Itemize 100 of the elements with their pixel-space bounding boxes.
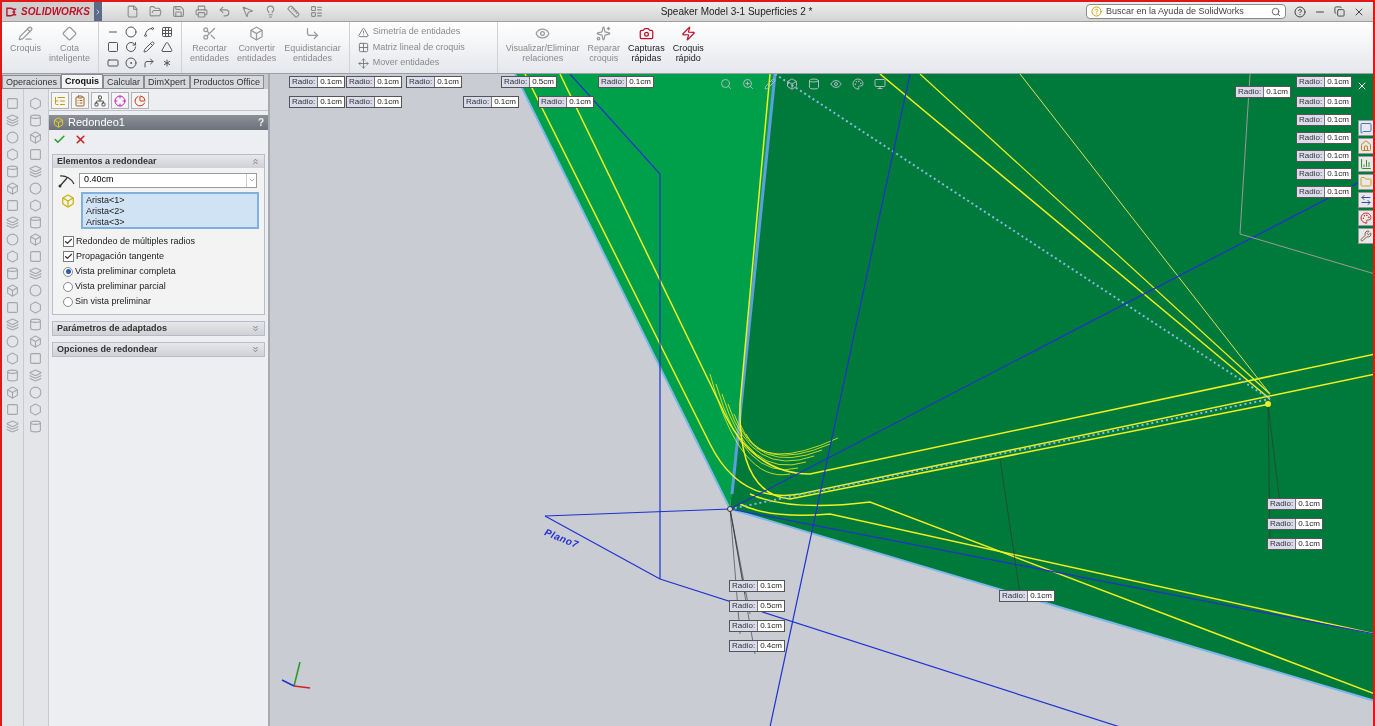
cylinder-icon[interactable] [808,78,820,90]
command-tab[interactable]: Operaciones [2,75,62,89]
circle-icon[interactable] [125,26,138,38]
ribbon-button[interactable]: Capturas rápidas [624,22,669,73]
layers-icon[interactable] [5,318,19,331]
circle-icon[interactable] [29,182,43,195]
tree-icon[interactable] [54,94,66,107]
square-icon[interactable] [29,148,43,161]
square-icon[interactable] [5,97,19,110]
layers-icon[interactable] [5,114,19,127]
palette-icon[interactable] [852,78,864,90]
palette-icon[interactable] [1360,212,1372,224]
checkbox[interactable] [63,236,74,247]
edge-list-item[interactable]: Arista<3> [86,217,254,228]
search-input[interactable]: Buscar en la Ayuda de SolidWorks [1106,4,1267,19]
cylinder-icon[interactable] [29,420,43,433]
hexagon-icon[interactable] [29,199,43,212]
edge-list[interactable]: Arista<1> Arista<2> Arista<3> [81,192,259,229]
arrows-icon[interactable] [1360,194,1372,206]
printer-icon[interactable] [195,5,208,18]
hexagon-icon[interactable] [29,301,43,314]
section-header[interactable]: Parámetros de adaptados [53,322,264,335]
radio-button[interactable] [63,296,73,307]
cube-icon[interactable] [5,386,19,399]
layers-icon[interactable] [29,165,43,178]
radius-input[interactable]: 0.40cm [80,173,246,187]
square-icon[interactable] [5,301,19,314]
command-tab[interactable]: Croquis [61,74,104,89]
home-icon[interactable] [1360,140,1372,152]
help-search-field[interactable]: Buscar en la Ayuda de SolidWorks [1086,4,1286,19]
circle-icon[interactable] [5,131,19,144]
command-tab[interactable]: DimXpert [144,75,190,89]
grid-icon[interactable] [161,26,174,38]
circle-icon[interactable] [29,386,43,399]
ruler-icon[interactable] [287,5,300,18]
cylinder-icon[interactable] [5,369,19,382]
pie-icon[interactable] [134,94,146,107]
network-icon[interactable] [94,94,106,107]
zoom-in-icon[interactable] [742,78,754,90]
message-icon[interactable] [1360,122,1372,134]
help-icon[interactable] [1294,5,1306,18]
checkbox[interactable] [63,251,74,262]
search-icon[interactable] [720,78,732,90]
circle-icon[interactable] [29,284,43,297]
cube-icon[interactable] [786,78,798,90]
hexagon-icon[interactable] [5,148,19,161]
command-tab[interactable]: Calcular [103,75,145,89]
cylinder-icon[interactable] [5,165,19,178]
circle-icon[interactable] [5,233,19,246]
cylinder-icon[interactable] [29,216,43,229]
cube-icon[interactable] [29,131,43,144]
monitor-icon[interactable] [874,78,886,90]
square-icon[interactable] [5,199,19,212]
undo-icon[interactable] [218,5,231,18]
cancel-icon[interactable] [74,133,87,146]
options-icon[interactable] [310,5,323,18]
new-file-icon[interactable] [126,5,139,18]
cube-icon[interactable] [29,335,43,348]
circle-icon[interactable] [5,335,19,348]
hexagon-icon[interactable] [29,97,43,110]
edge-list-item[interactable]: Arista<2> [86,206,254,217]
triangle-icon[interactable] [161,41,174,54]
close-icon[interactable] [1356,80,1368,92]
pointer-icon[interactable] [241,5,254,18]
hexagon-icon[interactable] [5,250,19,263]
cylinder-icon[interactable] [5,267,19,280]
clipboard-icon[interactable] [74,94,86,107]
layers-icon[interactable] [5,420,19,433]
layers-icon[interactable] [29,267,43,280]
radius-field[interactable]: 0.40cm [79,172,257,188]
pencil-icon[interactable] [764,78,776,90]
section-header[interactable]: Elementos a redondear [53,155,264,168]
point-icon[interactable] [125,56,138,69]
layers-icon[interactable] [29,369,43,382]
edge-list-item[interactable]: Arista<1> [86,195,254,206]
hexagon-icon[interactable] [5,352,19,365]
eye-icon[interactable] [830,78,842,90]
spinner-icon[interactable] [247,176,256,184]
corner-icon[interactable] [143,56,156,69]
bar-chart-icon[interactable] [1360,158,1372,170]
ok-icon[interactable] [53,133,66,146]
cube-icon[interactable] [5,284,19,297]
crosshair-icon[interactable] [114,94,126,107]
command-tab[interactable]: Productos Office [189,75,264,89]
rectangle-icon[interactable] [107,41,120,54]
hexagon-icon[interactable] [29,403,43,416]
spline-icon[interactable] [143,26,156,38]
square-icon[interactable] [29,250,43,263]
square-icon[interactable] [29,352,43,365]
pencil-icon[interactable] [143,41,156,54]
save-icon[interactable] [172,5,185,18]
radio-button[interactable] [63,266,73,277]
folder-icon[interactable] [149,5,162,18]
cylinder-icon[interactable] [29,114,43,127]
cube-icon[interactable] [5,182,19,195]
lightbulb-icon[interactable] [264,5,277,18]
wrench-icon[interactable] [1360,230,1372,242]
cube-icon[interactable] [29,233,43,246]
section-header[interactable]: Opciones de redondear [53,343,264,356]
ribbon-button[interactable]: Croquis rápido [668,22,708,73]
